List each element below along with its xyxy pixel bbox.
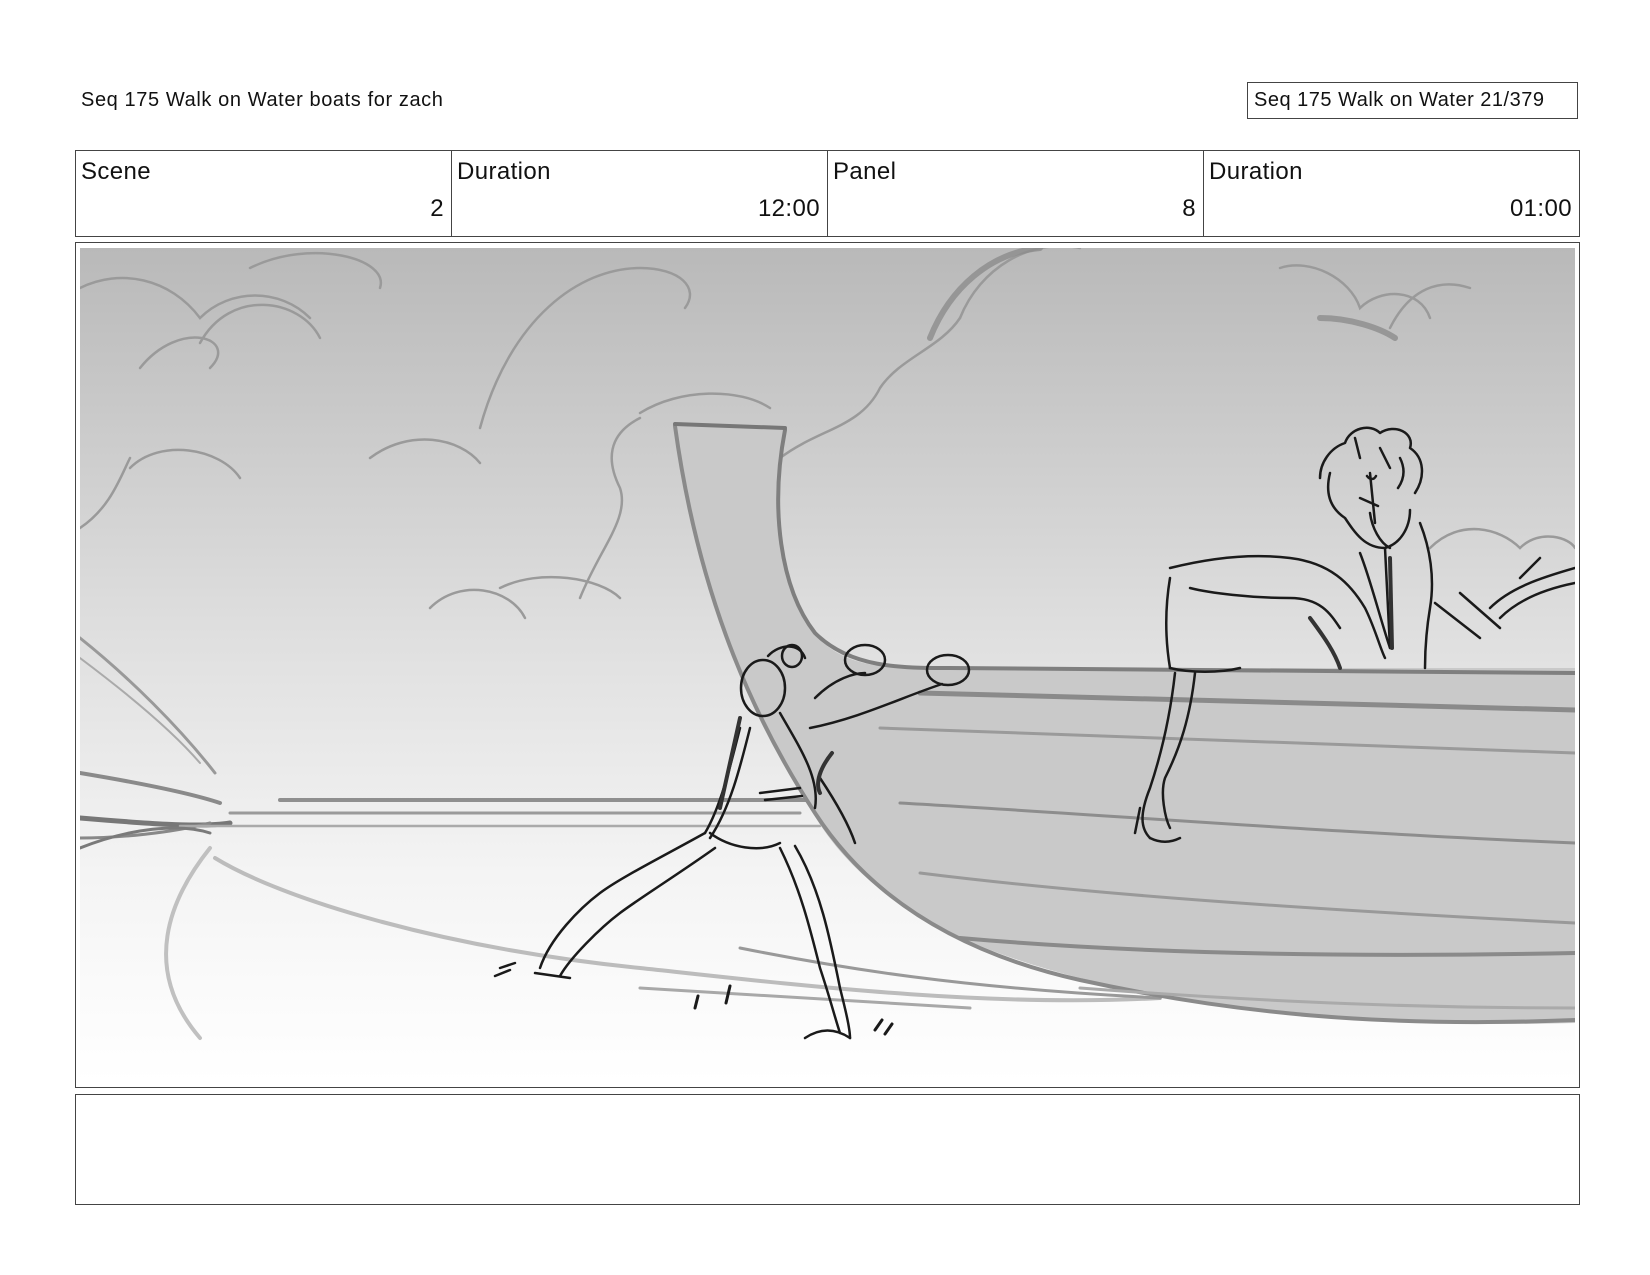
- scene-cell: Scene 2: [76, 151, 452, 236]
- sketch-illustration: [80, 248, 1575, 1082]
- sequence-title: Seq 175 Walk on Water boats for zach: [81, 89, 444, 111]
- panel-cell: Panel 8: [828, 151, 1204, 236]
- panel-value: 8: [1182, 195, 1196, 222]
- panel-duration-value: 01:00: [1509, 195, 1572, 222]
- scene-duration-value: 12:00: [757, 195, 820, 222]
- storyboard-panel-frame: [75, 242, 1580, 1088]
- scene-duration-cell: Duration 12:00: [452, 151, 828, 236]
- scene-value: 2: [430, 195, 444, 222]
- panel-duration-cell: Duration 01:00: [1204, 151, 1579, 236]
- scene-label: Scene: [81, 158, 152, 185]
- storyboard-page: Seq 175 Walk on Water boats for zach Seq…: [0, 0, 1650, 1275]
- scene-duration-label: Duration: [457, 158, 551, 185]
- panel-notes-box: [75, 1094, 1580, 1205]
- panel-info-table: Scene 2 Duration 12:00 Panel 8 Duration …: [75, 150, 1580, 237]
- page-indicator: Seq 175 Walk on Water 21/379: [1247, 82, 1578, 119]
- storyboard-sketch: [80, 248, 1575, 1082]
- panel-duration-label: Duration: [1209, 158, 1303, 185]
- panel-label: Panel: [833, 158, 897, 185]
